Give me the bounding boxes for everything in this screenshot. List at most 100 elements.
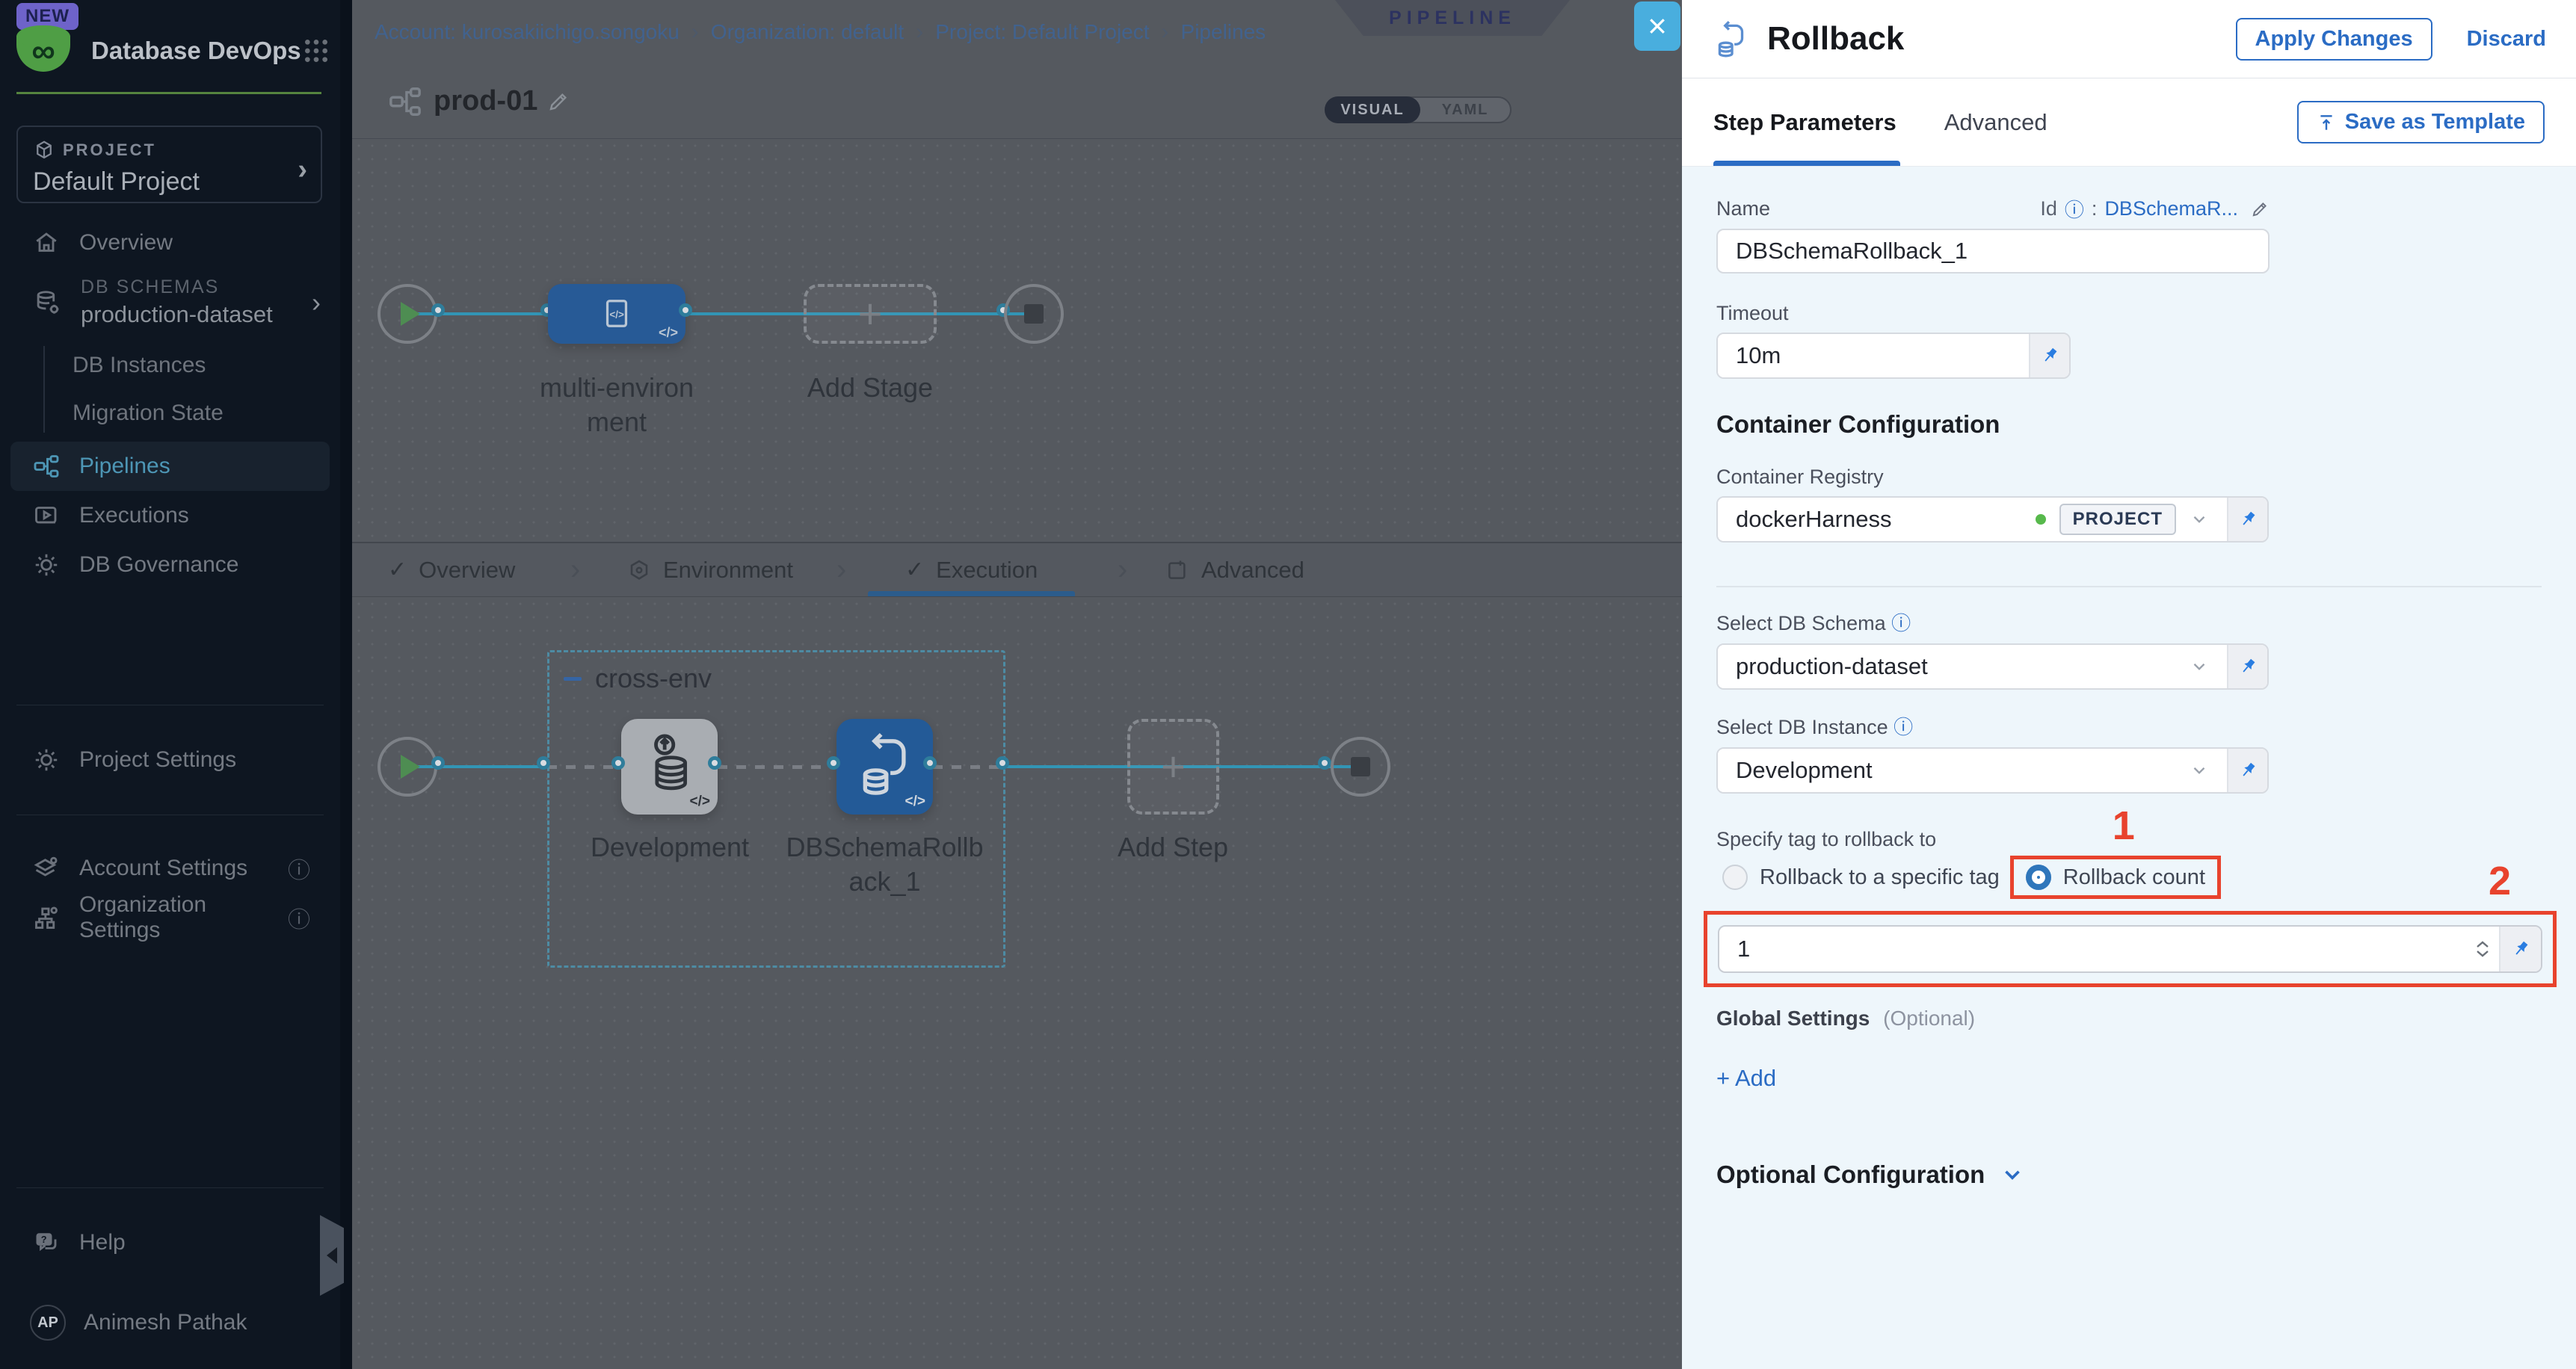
- sidebar-item-executions[interactable]: Executions: [0, 491, 340, 540]
- sidebar-item-migration-state[interactable]: Migration State: [73, 389, 340, 437]
- sidebar-item-overview[interactable]: Overview: [0, 218, 340, 268]
- toggle-yaml[interactable]: YAML: [1420, 98, 1510, 122]
- step-label-development[interactable]: Development: [584, 830, 756, 865]
- harness-database-devops-app: NEW ∞ Database DevOps PROJECT Default Pr…: [0, 0, 2576, 1369]
- pipeline-titlebar: prod-01 VISUAL YAML: [352, 64, 1682, 139]
- step-node-development[interactable]: </>: [621, 719, 718, 815]
- tab-label: Advanced: [1201, 557, 1304, 584]
- discard-button[interactable]: Discard: [2467, 27, 2546, 52]
- pin-input-type-icon[interactable]: [2227, 498, 2267, 541]
- breadcrumb-separator: ›: [916, 19, 923, 45]
- breadcrumb-project[interactable]: Project: Default Project: [935, 20, 1149, 44]
- breadcrumb-pipelines[interactable]: Pipelines: [1181, 20, 1266, 44]
- sidebar-item-db-instances[interactable]: DB Instances: [73, 342, 340, 389]
- tab-label: Environment: [663, 557, 793, 584]
- visual-yaml-toggle[interactable]: VISUAL YAML: [1325, 96, 1512, 123]
- pin-input-type-icon[interactable]: [2029, 334, 2069, 377]
- tab-advanced[interactable]: Advanced: [1165, 543, 1304, 596]
- global-settings-label: Global Settings: [1716, 1007, 1870, 1030]
- pin-input-type-icon[interactable]: [2499, 927, 2541, 971]
- pin-input-type-icon[interactable]: [2227, 645, 2267, 688]
- tab-environment[interactable]: Environment: [627, 543, 793, 596]
- toggle-visual[interactable]: VISUAL: [1325, 96, 1420, 123]
- stage-flow-canvas: </> </> + multi-environment Add Stage: [352, 139, 1682, 542]
- tab-label: Overview: [419, 557, 515, 584]
- sidebar-nav: Overview DB SCHEMAS production-dataset ›…: [0, 218, 340, 942]
- executions-icon: [33, 502, 60, 529]
- radio-rollback-specific-tag[interactable]: [1722, 865, 1748, 890]
- sidebar-item-label: Organization Settings: [79, 892, 268, 943]
- pipeline-start-node: [378, 284, 437, 344]
- tab-panel-advanced[interactable]: Advanced: [1944, 109, 2047, 136]
- step-group-name[interactable]: cross-env: [595, 663, 712, 694]
- sidebar-item-help[interactable]: ? Help: [0, 1218, 340, 1267]
- tab-overview[interactable]: ✓Overview: [388, 543, 515, 596]
- add-step-button[interactable]: +: [1127, 719, 1219, 815]
- sidebar-collapse-handle[interactable]: [320, 1215, 344, 1296]
- radio-rollback-count[interactable]: [2026, 865, 2051, 890]
- radio-label-specific-tag[interactable]: Rollback to a specific tag: [1760, 865, 2000, 890]
- pipeline-name: prod-01: [434, 85, 537, 117]
- save-as-template-button[interactable]: Save as Template: [2297, 101, 2545, 143]
- add-stage-button[interactable]: +: [804, 284, 937, 344]
- sidebar-item-label: Help: [79, 1230, 126, 1255]
- add-global-setting-link[interactable]: + Add: [1716, 1065, 1776, 1092]
- connector-port: [923, 756, 937, 770]
- sidebar-item-pipelines[interactable]: Pipelines: [10, 442, 330, 491]
- breadcrumb-organization[interactable]: Organization: default: [711, 20, 904, 44]
- annotation-number-1: 1: [2113, 803, 2135, 849]
- timeout-label: Timeout: [1716, 302, 2542, 325]
- collapse-group-icon[interactable]: [564, 677, 582, 681]
- module-grid-icon[interactable]: [301, 36, 331, 66]
- step-group-header: cross-env: [564, 663, 712, 694]
- edit-id-icon[interactable]: [2250, 200, 2270, 219]
- execution-end-node: [1331, 737, 1390, 797]
- tab-step-parameters[interactable]: Step Parameters: [1713, 109, 1896, 136]
- db-schema-select[interactable]: production-dataset: [1716, 643, 2269, 690]
- section-divider: [1716, 586, 2542, 587]
- optional-configuration-toggle[interactable]: Optional Configuration: [1716, 1161, 2542, 1189]
- db-schemas-value: production-dataset: [81, 301, 273, 328]
- breadcrumb-account[interactable]: Account: kurosakiichigo.songoku: [375, 20, 680, 44]
- number-stepper[interactable]: [2466, 927, 2499, 971]
- sidebar-item-organization-settings[interactable]: Organization Settings ⓘ: [0, 893, 340, 942]
- tab-execution[interactable]: ✓Execution: [905, 543, 1038, 596]
- add-step-label[interactable]: Add Step: [1113, 830, 1233, 865]
- db-instance-select[interactable]: Development: [1716, 747, 2269, 794]
- check-icon: ✓: [905, 557, 924, 583]
- container-registry-value: dockerHarness: [1736, 506, 2022, 533]
- annotation-box-2: 2 1: [1704, 911, 2557, 987]
- sidebar-item-label: Overview: [79, 230, 173, 256]
- sidebar-item-db-governance[interactable]: DB Governance: [0, 540, 340, 590]
- radio-label-rollback-count[interactable]: Rollback count: [2063, 865, 2205, 890]
- container-registry-select[interactable]: dockerHarness PROJECT: [1716, 496, 2269, 543]
- timeout-input-group: 10m: [1716, 333, 2071, 379]
- close-studio-button[interactable]: [1634, 1, 1680, 51]
- apply-changes-button[interactable]: Apply Changes: [2236, 18, 2432, 61]
- chevron-down-icon: [2190, 657, 2209, 676]
- sidebar-divider: [16, 1187, 324, 1188]
- edit-pipeline-icon[interactable]: [546, 90, 570, 114]
- project-selector[interactable]: PROJECT Default Project ›: [16, 126, 322, 203]
- step-node-dbschemarollback[interactable]: </>: [836, 719, 933, 815]
- custom-stage-icon: </>: [600, 297, 634, 331]
- connector-port: [827, 756, 840, 770]
- layers-gear-icon: [33, 855, 60, 882]
- rollback-count-input[interactable]: 1: [1719, 927, 2466, 971]
- sidebar-item-account-settings[interactable]: Account Settings ⓘ: [0, 844, 340, 893]
- connector-port: [679, 303, 692, 317]
- annotation-number-2: 2: [2489, 858, 2511, 904]
- timeout-input[interactable]: 10m: [1718, 334, 2029, 377]
- name-input[interactable]: DBSchemaRollback_1: [1716, 229, 2270, 274]
- stage-node-multi-environment[interactable]: </> </>: [548, 284, 685, 344]
- sidebar-item-db-schemas[interactable]: DB SCHEMAS production-dataset ›: [0, 276, 340, 328]
- connector-port: [708, 756, 721, 770]
- connector-port: [1318, 756, 1331, 770]
- container-configuration-heading: Container Configuration: [1716, 410, 2542, 439]
- user-profile[interactable]: AP Animesh Pathak: [0, 1287, 340, 1359]
- stage-node-label[interactable]: multi-environment: [534, 371, 699, 439]
- sidebar-item-project-settings[interactable]: Project Settings: [0, 735, 340, 785]
- add-stage-label[interactable]: Add Stage: [804, 371, 937, 405]
- step-label-dbschemarollback[interactable]: DBSchemaRollback_1: [786, 830, 984, 899]
- pin-input-type-icon[interactable]: [2227, 749, 2267, 792]
